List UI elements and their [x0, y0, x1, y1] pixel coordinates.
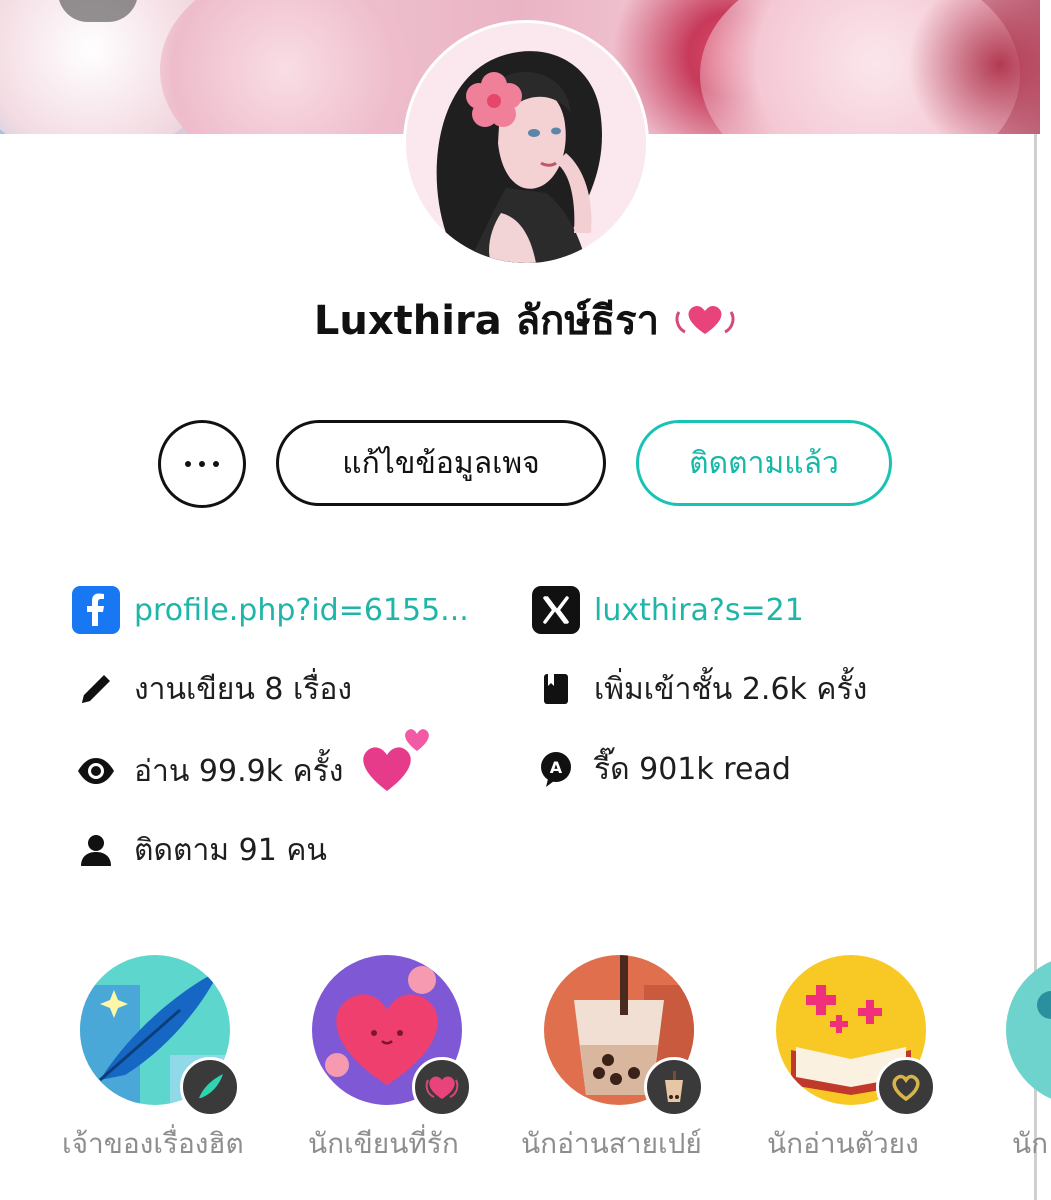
badge-partial[interactable]: [1006, 955, 1051, 1105]
book-icon: [532, 665, 580, 713]
badge-avid-reader[interactable]: [776, 955, 936, 1117]
x-icon: [532, 586, 580, 634]
works-count: งานเขียน 8 เรื่อง: [134, 671, 353, 707]
svg-text:A: A: [550, 758, 563, 777]
reads-row: อ่าน 99.9k ครั้ง: [72, 729, 437, 797]
followers-count: ติดตาม 91 คน: [134, 832, 327, 868]
badge-beloved-author[interactable]: [312, 955, 472, 1117]
read-alt-row: A รี๊ด 901k read: [532, 745, 791, 793]
badge-partial-label: นัก: [1012, 1127, 1049, 1160]
eye-icon: [72, 747, 120, 795]
more-options-button[interactable]: [158, 420, 246, 508]
following-button[interactable]: ติดตามแล้ว: [636, 420, 892, 506]
x-link-row[interactable]: luxthira?s=21: [532, 586, 804, 634]
pencil-icon: [72, 665, 120, 713]
badge-beloved-author-label: นักเขียนที่รัก: [308, 1127, 459, 1160]
badge-paying-reader[interactable]: [544, 955, 704, 1117]
facebook-link[interactable]: profile.php?id=6155...: [134, 593, 469, 628]
shelf-count: เพิ่มเข้าชั้น 2.6k ครั้ง: [594, 671, 868, 707]
badge-hit-author[interactable]: [80, 955, 240, 1117]
shelf-row: เพิ่มเข้าชั้น 2.6k ครั้ง: [532, 665, 867, 713]
read-alt-count: รี๊ด 901k read: [594, 751, 791, 787]
badge-avid-reader-label: นักอ่านตัวยง: [767, 1127, 919, 1160]
profile-name-row: Luxthira ลักษ์ธีรา: [0, 290, 1051, 350]
avatar[interactable]: [403, 20, 649, 266]
badge-hit-author-label: เจ้าของเรื่องฮิต: [62, 1127, 244, 1160]
reads-count: อ่าน 99.9k ครั้ง: [134, 753, 344, 789]
feather-icon: [180, 1057, 240, 1117]
profile-name: Luxthira ลักษ์ธีรา: [313, 298, 660, 344]
x-link[interactable]: luxthira?s=21: [594, 593, 804, 628]
person-icon: [72, 826, 120, 874]
read-badge-icon: A: [532, 745, 580, 793]
badge-paying-reader-label: นักอ่านสายเปย์: [521, 1127, 702, 1160]
facebook-icon: [72, 586, 120, 634]
badge-partial-image: [1006, 955, 1051, 1105]
edit-page-button[interactable]: แก้ไขข้อมูลเพจ: [276, 420, 606, 506]
bubble-tea-icon: [644, 1057, 704, 1117]
golden-heart-icon: [876, 1057, 936, 1117]
heart-badge-icon: [675, 305, 735, 334]
two-hearts-icon: [363, 729, 430, 791]
avatar-illustration: [406, 23, 646, 263]
works-row: งานเขียน 8 เรื่อง: [72, 665, 352, 713]
followers-row: ติดตาม 91 คน: [72, 826, 327, 874]
heart-icon: [412, 1057, 472, 1117]
more-dots-icon: [185, 461, 219, 467]
facebook-link-row[interactable]: profile.php?id=6155...: [72, 586, 469, 634]
